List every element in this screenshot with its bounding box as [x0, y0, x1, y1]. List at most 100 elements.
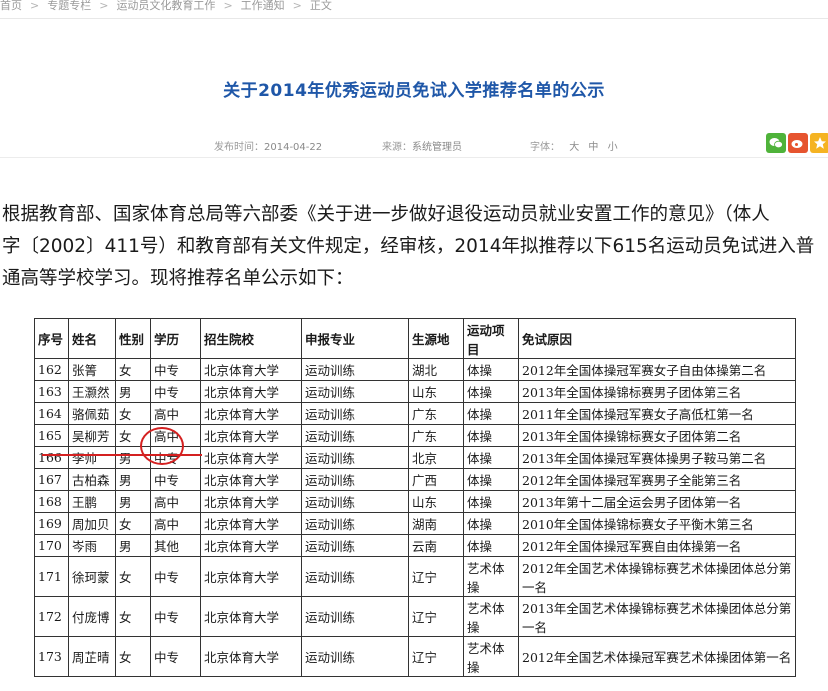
table-cell: 北京体育大学 [200, 636, 302, 677]
table-cell: 运动训练 [301, 424, 409, 447]
table-cell: 广东 [408, 424, 464, 447]
article-body: 根据教育部、国家体育总局等六部委《关于进一步做好退役运动员就业安置工作的意见》（… [2, 199, 828, 295]
table-cell: 运动训练 [301, 512, 409, 535]
source: 来源：系统管理员 [382, 138, 462, 153]
table-cell: 170 [34, 534, 69, 557]
breadcrumb-education[interactable]: 运动员文化教育工作 [116, 0, 215, 13]
table-row: 173 周芷晴女中专 北京体育大学 运动训练 辽宁 艺术体操 2012年全国艺术体操冠军赛艺… [34, 636, 796, 677]
table-cell: 广西 [408, 468, 464, 491]
table-cell: 运动训练 [301, 596, 409, 637]
table-cell: 运动训练 [301, 468, 409, 491]
table-cell: 男 [115, 534, 151, 557]
date-value: 2014-04-22 [264, 142, 323, 153]
date-label: 发布时间： [214, 142, 264, 153]
table-cell: 北京体育大学 [200, 424, 302, 447]
table-cell: 中专 [150, 380, 201, 403]
table-cell: 辽宁 [408, 636, 464, 677]
table-cell: 运动训练 [301, 534, 409, 557]
divider [0, 18, 828, 19]
table-row: 168 王鹏男高中 北京体育大学 运动训练 山东 体操 2013年第十二届全运会男子团体第一… [34, 490, 796, 513]
table-cell: 骆佩茹 [68, 402, 116, 425]
breadcrumb-current: 正文 [309, 0, 332, 12]
table-cell: 云南 [408, 534, 464, 557]
table-cell: 山东 [408, 380, 464, 403]
table-cell: 体操 [463, 446, 519, 469]
header-cell: 性别 [115, 318, 151, 359]
table-cell: 运动训练 [301, 636, 409, 677]
table-cell: 2013年第十二届全运会男子团体第一名 [518, 490, 796, 513]
table-cell: 女 [115, 636, 151, 677]
header-cell: 免试原因 [518, 318, 796, 359]
table-cell: 北京体育大学 [200, 534, 302, 557]
table-cell: 165 [34, 424, 69, 447]
qzone-icon[interactable] [810, 133, 828, 153]
font-size-large[interactable]: 大 [569, 142, 579, 153]
table-cell: 运动训练 [301, 556, 409, 597]
table-cell: 运动训练 [301, 380, 409, 403]
table-cell: 北京体育大学 [200, 446, 302, 469]
table-cell: 中专 [150, 596, 201, 637]
table-cell: 古柏森 [68, 468, 116, 491]
table-cell: 广东 [408, 402, 464, 425]
table-cell: 运动训练 [301, 490, 409, 513]
table-cell: 北京体育大学 [200, 490, 302, 513]
font-size-small[interactable]: 小 [608, 142, 618, 153]
table-cell: 北京体育大学 [200, 468, 302, 491]
table-cell: 167 [34, 468, 69, 491]
table-cell: 166 [34, 446, 69, 469]
table-cell: 北京体育大学 [200, 402, 302, 425]
table-cell: 北京体育大学 [200, 512, 302, 535]
table-row: 169 周加贝女高中 北京体育大学 运动训练 湖南 体操 2010年全国体操锦标赛女子平衡木… [34, 512, 796, 535]
weibo-icon[interactable] [788, 133, 808, 153]
font-size-medium[interactable]: 中 [588, 142, 598, 153]
header-cell: 序号 [34, 318, 69, 359]
table-cell: 2012年全国体操冠军赛男子全能第三名 [518, 468, 796, 491]
page-title: 关于2014年优秀运动员免试入学推荐名单的公示 [223, 81, 605, 101]
body-line: 通高等学校学习。现将推荐名单公示如下： [2, 268, 354, 289]
wechat-icon[interactable] [766, 133, 786, 153]
table-cell: 王灏然 [68, 380, 116, 403]
table-cell: 169 [34, 512, 69, 535]
red-underline-annotation [42, 454, 202, 456]
share-bar [766, 133, 828, 153]
breadcrumb-special[interactable]: 专题专栏 [47, 0, 91, 13]
table-cell: 2012年全国体操冠军赛自由体操第一名 [518, 534, 796, 557]
table-cell: 体操 [463, 424, 519, 447]
table-cell: 女 [115, 596, 151, 637]
table-cell: 168 [34, 490, 69, 513]
table-cell: 李帅 [68, 446, 116, 469]
table-cell: 中专 [150, 468, 201, 491]
table-cell: 其他 [150, 534, 201, 557]
table-cell: 2013年全国体操锦标赛男子团体第三名 [518, 380, 796, 403]
table-cell: 体操 [463, 534, 519, 557]
table-cell: 女 [115, 512, 151, 535]
table-cell: 运动训练 [301, 358, 409, 381]
table-cell: 2010年全国体操锦标赛女子平衡木第三名 [518, 512, 796, 535]
table-cell: 中专 [150, 556, 201, 597]
table-cell: 2012年全国艺术体操锦标赛艺术体操团体总分第一名 [518, 556, 796, 597]
table-cell: 北京体育大学 [200, 596, 302, 637]
table-cell: 艺术体操 [463, 636, 519, 677]
table-cell: 162 [34, 358, 69, 381]
recommendation-table: 序号 姓名 性别 学历 招生院校 申报专业 生源地 运动项目 免试原因 162 张… [34, 318, 796, 677]
table-cell: 女 [115, 402, 151, 425]
table-cell: 2013年全国艺术体操锦标赛艺术体操团体总分第一名 [518, 596, 796, 637]
table-row: 162 张箐女中专 北京体育大学 运动训练 湖北 体操 2012年全国体操冠军赛女子自由体操… [34, 358, 796, 381]
table-cell: 湖北 [408, 358, 464, 381]
header-cell: 招生院校 [200, 318, 302, 359]
table-cell: 高中 [150, 490, 201, 513]
table-cell: 高中 [150, 402, 201, 425]
table-cell: 2013年全国体操锦标赛女子团体第二名 [518, 424, 796, 447]
table-cell: 徐珂蒙 [68, 556, 116, 597]
table-cell: 163 [34, 380, 69, 403]
font-size-switcher: 字体： 大 中 小 [530, 138, 618, 153]
header-cell: 学历 [150, 318, 201, 359]
table-cell: 高中 [150, 512, 201, 535]
table-cell: 女 [115, 358, 151, 381]
table-cell: 周加贝 [68, 512, 116, 535]
breadcrumb-home[interactable]: 首页 [0, 0, 22, 13]
body-line: 字〔2002〕411号）和教育部有关文件规定，经审核，2014年拟推荐以下615… [2, 236, 815, 257]
table-cell: 2012年全国体操冠军赛女子自由体操第二名 [518, 358, 796, 381]
table-cell: 2011年全国体操冠军赛女子高低杠第一名 [518, 402, 796, 425]
breadcrumb-notices[interactable]: 工作通知 [241, 0, 285, 13]
